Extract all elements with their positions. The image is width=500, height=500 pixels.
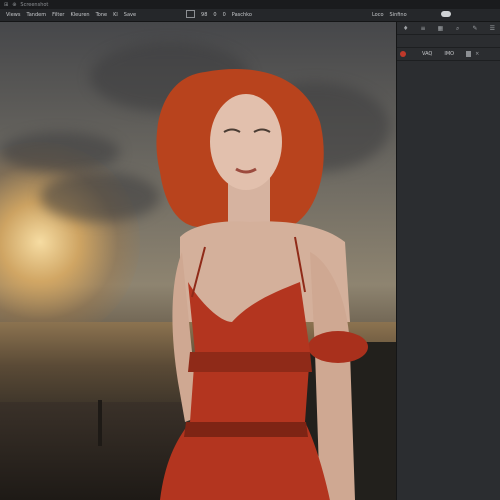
menu-filter[interactable]: Filter: [52, 12, 64, 18]
menu-tandem[interactable]: Tandem: [26, 12, 46, 18]
value-b[interactable]: 0: [213, 12, 216, 18]
zoom-value[interactable]: 98: [201, 12, 207, 18]
value-c[interactable]: 0: [223, 12, 226, 18]
zoom-box-icon[interactable]: [186, 10, 196, 20]
layer-value-a: VAQ: [422, 51, 433, 57]
add-icon[interactable]: ⊕: [12, 2, 16, 8]
search-icon[interactable]: ⌕: [454, 25, 461, 32]
menu-views[interactable]: Views: [6, 12, 20, 18]
title-bar: ⊞ ⊕ Screenshot: [0, 0, 500, 9]
armband: [308, 331, 368, 363]
dress-waist: [188, 352, 312, 372]
mode-label[interactable]: Paschko: [232, 12, 252, 18]
menu-tone[interactable]: Tone: [96, 12, 108, 18]
menu-kleuren[interactable]: Kleuren: [70, 12, 89, 18]
window-title: Screenshot: [20, 1, 49, 8]
image-canvas[interactable]: [0, 22, 396, 500]
layer-row[interactable]: VAQ IMO ×: [397, 48, 500, 61]
layer-color-icon: [400, 51, 406, 57]
toolbar: Views Tandem Filter Kleuren Tone Kl Save…: [0, 9, 500, 22]
layer-thumb-icon[interactable]: [466, 51, 472, 57]
grid-icon[interactable]: ▦: [437, 25, 444, 32]
close-icon[interactable]: ×: [475, 51, 479, 57]
panel-tabs: ♦ ≡ ▦ ⌕ ✎ ☰: [397, 22, 500, 35]
face: [210, 94, 282, 190]
toolbar-right-sinfino[interactable]: Sinfino: [390, 12, 407, 18]
menu-save[interactable]: Save: [124, 12, 136, 18]
layer-value-b: IMO: [444, 51, 455, 57]
dress-belt: [184, 422, 308, 437]
portrait-figure: [156, 69, 368, 500]
pin-icon[interactable]: ♦: [402, 25, 409, 32]
brush-icon[interactable]: ✎: [471, 25, 478, 32]
layers-icon[interactable]: ≡: [419, 25, 426, 32]
toggle-switch[interactable]: [437, 11, 451, 19]
right-panel: ♦ ≡ ▦ ⌕ ✎ ☰ VAQ IMO ×: [396, 22, 500, 500]
toolbar-right-loco[interactable]: Loco: [372, 12, 384, 18]
app-menu-icon[interactable]: ⊞: [4, 2, 8, 8]
menu-kl[interactable]: Kl: [113, 12, 118, 18]
list-icon[interactable]: ☰: [489, 25, 496, 32]
panel-toolbar: [397, 35, 500, 48]
